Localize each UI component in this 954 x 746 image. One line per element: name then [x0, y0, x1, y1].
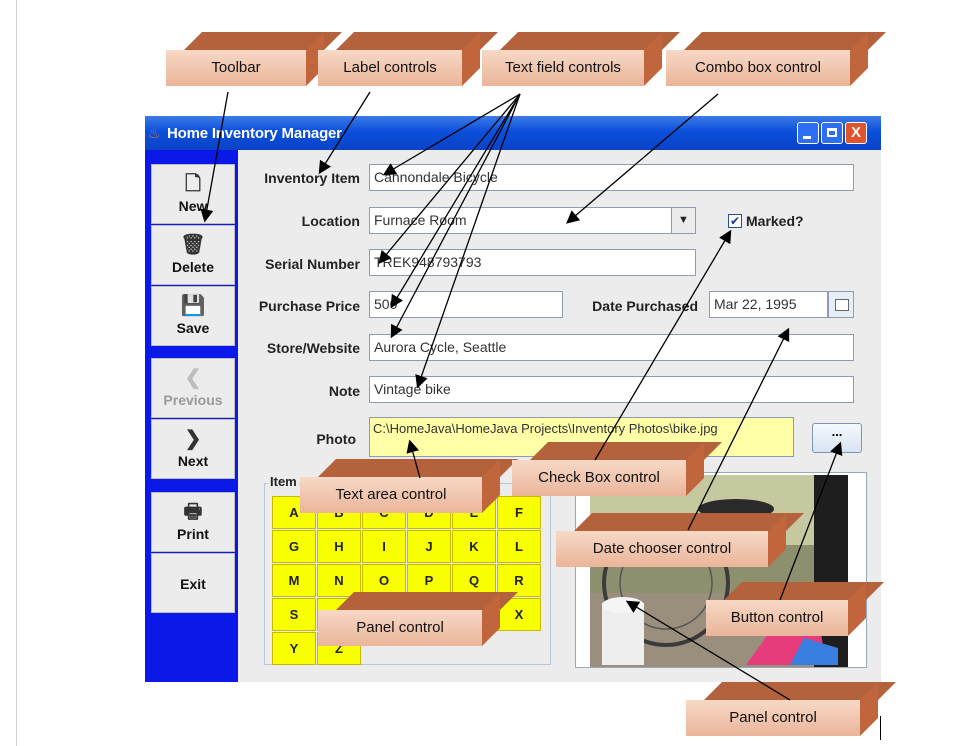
arrow-text-field-3	[390, 93, 521, 309]
arrow-date-chooser	[687, 327, 790, 531]
annotation-arrows	[200, 91, 843, 701]
arrow-button	[779, 441, 843, 601]
arrow-text-field-1	[382, 93, 521, 176]
arrow-label-controls	[318, 91, 371, 175]
arrow-text-area	[406, 439, 421, 479]
arrow-panel	[625, 600, 791, 701]
arrow-check-box	[594, 229, 732, 461]
arrow-text-field-4	[390, 93, 521, 339]
arrow-combo-box	[566, 93, 719, 224]
arrow-text-field-2	[378, 93, 521, 264]
arrow-text-field-5	[415, 93, 521, 389]
arrow-toolbar	[200, 91, 229, 223]
